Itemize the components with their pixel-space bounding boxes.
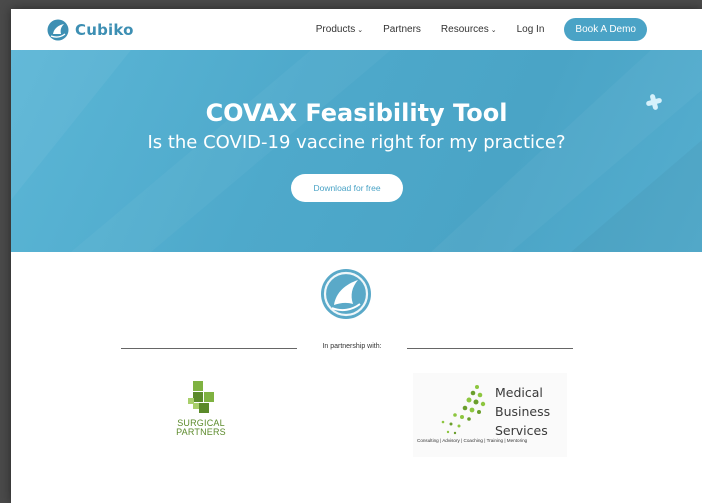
nav-products-label: Products xyxy=(315,24,356,35)
dots-icon xyxy=(441,385,486,435)
mbs-name-line1: Medical xyxy=(495,385,543,400)
divider-line-right xyxy=(407,348,573,349)
plus-icon xyxy=(646,94,662,110)
nav-resources-label: Resources xyxy=(440,24,489,35)
mbs-name-line2: Business xyxy=(495,404,551,419)
surgical-partners-logo[interactable]: SURGICAL PARTNERS xyxy=(164,379,238,441)
chevron-down-icon: ⌄ xyxy=(490,26,497,34)
hero-banner: COVAX Feasibility Tool Is the COVID-19 v… xyxy=(11,50,702,252)
cubiko-logo[interactable]: Cubiko xyxy=(47,19,134,41)
partnership-label: In partnership with: xyxy=(322,343,382,350)
book-demo-button[interactable]: Book A Demo xyxy=(564,18,647,41)
hero-subtitle: Is the COVID-19 vaccine right for my pra… xyxy=(147,132,566,153)
surgical-partners-name: SURGICAL PARTNERS xyxy=(164,419,238,437)
nav-login-label: Log In xyxy=(516,24,545,35)
webpage: Cubiko Products ⌄ Partners Resources ⌄ L… xyxy=(11,9,702,503)
site-header: Cubiko Products ⌄ Partners Resources ⌄ L… xyxy=(11,9,702,50)
nav-resources[interactable]: Resources ⌄ xyxy=(441,24,497,35)
download-button[interactable]: Download for free xyxy=(291,174,403,202)
mbs-tagline: Consulting | Advisory | Coaching | Train… xyxy=(417,438,528,443)
nav-products[interactable]: Products ⌄ xyxy=(316,24,363,35)
medical-business-services-logo[interactable]: Medical Business Services Consulting | A… xyxy=(413,373,567,457)
nav-partners-label: Partners xyxy=(383,24,421,35)
divider-line-left xyxy=(121,348,297,349)
cubiko-logo-icon xyxy=(47,19,69,41)
mbs-name-line3: Services xyxy=(495,423,548,438)
main-nav: Products ⌄ Partners Resources ⌄ Log In B… xyxy=(316,9,702,50)
nav-partners[interactable]: Partners xyxy=(383,24,421,35)
logo-text: Cubiko xyxy=(75,21,134,39)
hero-title: COVAX Feasibility Tool xyxy=(205,99,508,127)
cubiko-emblem-icon xyxy=(321,269,371,319)
surgical-name-line2: PARTNERS xyxy=(176,427,226,437)
surgical-cross-icon xyxy=(188,381,214,413)
partnership-divider: In partnership with: xyxy=(121,343,573,353)
chevron-down-icon: ⌄ xyxy=(357,26,364,34)
nav-login[interactable]: Log In xyxy=(517,24,545,35)
